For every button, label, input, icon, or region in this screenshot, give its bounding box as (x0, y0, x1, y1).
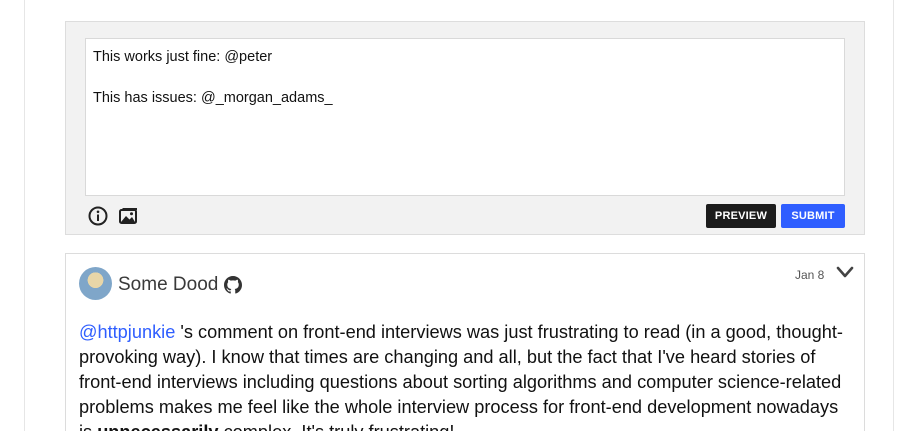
comment-textarea[interactable]: This works just fine: @peter This has is… (85, 38, 845, 196)
comment-author: Some Dood (118, 274, 243, 296)
composer-toolbar (87, 205, 139, 227)
comment-card: Some Dood Jan 8 @httpjunkie 's comment o… (65, 253, 865, 431)
comment-date[interactable]: Jan 8 (795, 268, 824, 282)
textarea-line-1: This works just fine: @peter (93, 49, 273, 65)
right-divider (893, 0, 894, 431)
github-icon[interactable] (224, 276, 243, 294)
chevron-down-icon[interactable] (835, 265, 855, 281)
preview-button[interactable]: PREVIEW (706, 204, 776, 228)
info-icon[interactable] (87, 205, 109, 227)
avatar[interactable] (79, 267, 112, 300)
author-name[interactable]: Some Dood (118, 274, 218, 296)
textarea-line-2: This has issues: @_morgan_adams_ (93, 90, 333, 106)
page: This works just fine: @peter This has is… (0, 0, 906, 431)
comment-body: @httpjunkie 's comment on front-end inte… (79, 320, 849, 431)
image-icon[interactable] (117, 205, 139, 227)
comment-text-bold: unnecessarily (97, 422, 218, 431)
mention-link[interactable]: @httpjunkie (79, 322, 175, 342)
left-divider (24, 0, 25, 431)
submit-button[interactable]: SUBMIT (781, 204, 845, 228)
comment-text-part-1: 's comment on front-end interviews was j… (79, 322, 843, 431)
comment-text-part-2: complex. It's truly frustrating! (219, 422, 455, 431)
comment-composer: This works just fine: @peter This has is… (65, 21, 865, 235)
